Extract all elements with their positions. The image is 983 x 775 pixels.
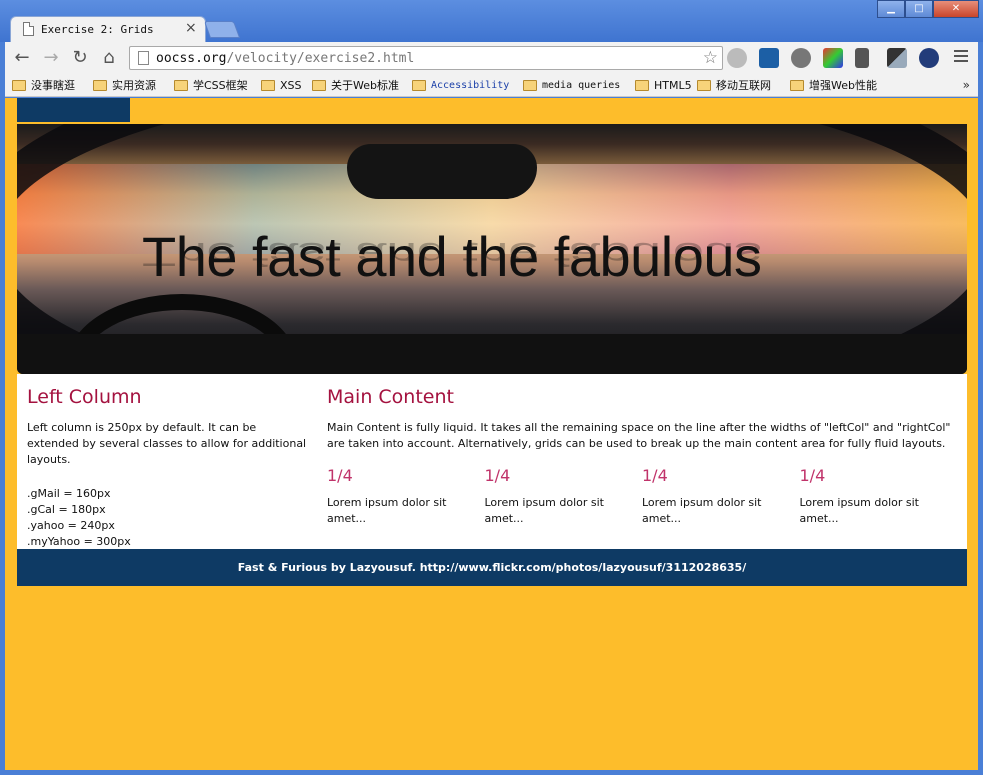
bookmark-folder[interactable]: media queries — [523, 78, 620, 94]
main-content-title: Main Content — [327, 386, 454, 408]
title-bar: Exercise 2: Grids × ▁ □ ✕ — [0, 0, 983, 42]
folder-icon — [412, 80, 426, 91]
address-bar[interactable]: oocss.org/velocity/exercise2.html ☆ — [129, 46, 723, 70]
speed-extension-icon[interactable] — [919, 48, 939, 68]
color-extension-icon[interactable] — [823, 48, 843, 68]
main-content-text: Main Content is fully liquid. It takes a… — [327, 421, 951, 450]
page-info-icon[interactable] — [138, 51, 149, 65]
tool-extension-icon[interactable] — [855, 48, 869, 68]
forward-button[interactable]: → — [40, 47, 62, 69]
browser-tab[interactable]: Exercise 2: Grids × — [10, 16, 206, 42]
bookmark-folder[interactable]: XSS — [261, 78, 302, 94]
folder-icon — [523, 80, 537, 91]
folder-icon — [174, 80, 188, 91]
grid-unit-text: Lorem ipsum dolor sit amet... — [642, 496, 762, 525]
home-button[interactable]: ⌂ — [98, 47, 120, 69]
folder-icon — [312, 80, 326, 91]
bookmark-folder[interactable]: HTML5 — [635, 78, 692, 94]
left-column: Left Column Left column is 250px by defa… — [27, 386, 307, 550]
bookmarks-overflow-button[interactable]: » — [963, 78, 970, 92]
navy-page-tab — [17, 98, 130, 122]
grid-unit-heading: 1/4 — [327, 466, 353, 485]
photo-credit-footer: Fast & Furious by Lazyousuf. http://www.… — [17, 549, 967, 586]
grid-unit-heading: 1/4 — [642, 466, 668, 485]
reload-button[interactable]: ↻ — [69, 47, 91, 69]
back-button[interactable]: ← — [11, 47, 33, 69]
bookmark-folder[interactable]: 移动互联网 — [697, 78, 771, 94]
class-item: .myYahoo = 300px — [27, 535, 131, 548]
tab-close-icon[interactable]: × — [185, 20, 197, 36]
close-window-button[interactable]: ✕ — [933, 0, 979, 18]
folder-icon — [697, 80, 711, 91]
bookmark-folder[interactable]: 关于Web标准 — [312, 78, 399, 94]
folder-icon — [93, 80, 107, 91]
grid-unit: 1/4 Lorem ipsum dolor sit amet... — [642, 466, 800, 527]
folder-icon — [635, 80, 649, 91]
folder-icon — [261, 80, 275, 91]
hero-headline-reflection: The fast and the fabulous — [142, 235, 762, 274]
bookmark-folder[interactable]: 学CSS框架 — [174, 78, 248, 94]
content-area: Left Column Left column is 250px by defa… — [17, 374, 967, 549]
class-item: .gMail = 160px — [27, 487, 111, 500]
bookmark-folder[interactable]: 增强Web性能 — [790, 78, 877, 94]
bookmark-folder[interactable]: 实用资源 — [93, 78, 156, 94]
tab-title: Exercise 2: Grids — [41, 23, 154, 36]
grid-unit: 1/4 Lorem ipsum dolor sit amet... — [327, 466, 485, 527]
stats-extension-icon[interactable] — [759, 48, 779, 68]
browser-toolbar: ← → ↻ ⌂ oocss.org/velocity/exercise2.htm… — [5, 42, 978, 74]
new-tab-button[interactable] — [203, 21, 241, 38]
chrome-menu-icon[interactable] — [954, 50, 968, 64]
page-icon — [23, 22, 34, 36]
hero-banner: The fast and the fabulous The fast and t… — [17, 124, 967, 374]
grid-unit-text: Lorem ipsum dolor sit amet... — [484, 496, 605, 525]
window-extension-icon[interactable] — [887, 48, 907, 68]
left-column-text: Left column is 250px by default. It can … — [27, 421, 307, 466]
grid-unit-text: Lorem ipsum dolor sit amet... — [799, 496, 920, 525]
bookmarks-bar: 没事瞎逛 实用资源 学CSS框架 XSS 关于Web标准 Accessibili… — [5, 74, 978, 97]
dashboard — [17, 334, 967, 374]
browser-window: Exercise 2: Grids × ▁ □ ✕ ← → ↻ ⌂ oocss.… — [0, 0, 983, 775]
bookmark-folder[interactable]: Accessibility — [412, 78, 509, 94]
grid-unit-heading: 1/4 — [799, 466, 826, 485]
folder-icon — [12, 80, 26, 91]
grid-unit-heading: 1/4 — [484, 466, 511, 485]
minimize-button[interactable]: ▁ — [877, 0, 905, 18]
quarter-grid: 1/4 Lorem ipsum dolor sit amet... 1/4 Lo… — [327, 466, 957, 527]
grid-unit: 1/4 Lorem ipsum dolor sit amet... — [485, 466, 643, 527]
class-item: .gCal = 180px — [27, 503, 106, 516]
rearview-mirror — [347, 144, 537, 199]
bookmark-star-icon[interactable]: ☆ — [703, 48, 718, 68]
left-column-title: Left Column — [27, 386, 142, 408]
main-column: Main Content Main Content is fully liqui… — [327, 386, 957, 527]
sync-extension-icon[interactable] — [727, 48, 747, 68]
grid-unit-text: Lorem ipsum dolor sit amet... — [327, 496, 447, 525]
left-column-class-list: .gMail = 160px .gCal = 180px .yahoo = 24… — [27, 486, 307, 550]
maximize-button[interactable]: □ — [905, 0, 933, 18]
class-item: .yahoo = 240px — [27, 519, 115, 532]
grid-unit: 1/4 Lorem ipsum dolor sit amet... — [800, 466, 958, 527]
settings-gear-icon[interactable] — [791, 48, 811, 68]
folder-icon — [790, 80, 804, 91]
bookmark-folder[interactable]: 没事瞎逛 — [12, 78, 75, 94]
window-controls: ▁ □ ✕ — [877, 0, 979, 18]
page-viewport: The fast and the fabulous The fast and t… — [5, 98, 978, 770]
url-text[interactable]: oocss.org/velocity/exercise2.html — [156, 51, 414, 66]
